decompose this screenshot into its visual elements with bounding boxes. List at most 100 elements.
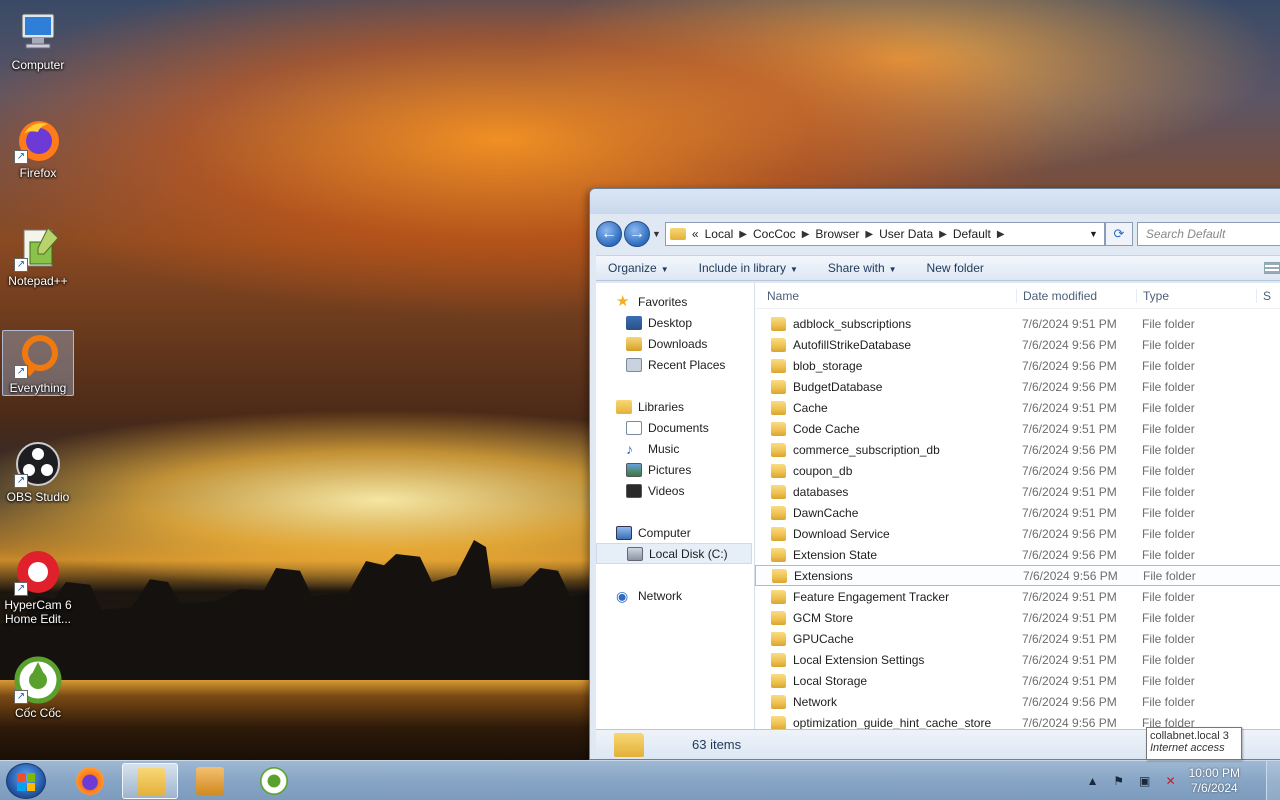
share-with-button[interactable]: Share with ▼ [828,261,897,275]
include-in-library-button[interactable]: Include in library ▼ [699,261,798,275]
chevron-down-icon[interactable]: ▼ [1089,229,1098,239]
file-date-modified: 7/6/2024 9:56 PM [1022,379,1117,394]
column-header-name[interactable]: Name [755,289,1016,303]
file-row[interactable]: coupon_db 7/6/2024 9:56 PM File folder [755,460,1280,481]
file-row[interactable]: databases 7/6/2024 9:51 PM File folder [755,481,1280,502]
file-row[interactable]: Local Extension Settings 7/6/2024 9:51 PM… [755,649,1280,670]
file-row[interactable]: GPUCache 7/6/2024 9:51 PM File folder [755,628,1280,649]
nav-local-disk[interactable]: Local Disk (C:) [596,543,752,564]
file-type: File folder [1142,547,1195,562]
file-name-cell: Extensions [756,568,1017,583]
desktop-icon-computer[interactable]: Computer [2,8,74,72]
desktop-icon-everything[interactable]: ↗ Everything [2,330,74,396]
nav-documents[interactable]: Documents [596,417,754,438]
breadcrumb-local[interactable]: Local [705,227,734,241]
start-button[interactable] [6,763,46,799]
file-row[interactable]: commerce_subscription_db 7/6/2024 9:56 PM… [755,439,1280,460]
volume-muted-icon[interactable]: ✕ [1163,773,1179,789]
file-date-modified: 7/6/2024 9:51 PM [1022,484,1117,499]
chevron-right-icon[interactable]: ▶ [802,229,810,240]
file-row[interactable]: Network 7/6/2024 9:56 PM File folder [755,691,1280,712]
address-bar[interactable]: « Local ▶ CocCoc ▶ Browser ▶ User Data ▶… [664,222,1105,246]
breadcrumb-user-data[interactable]: User Data [879,227,933,241]
column-header-size[interactable]: S [1256,288,1271,303]
file-name: blob_storage [793,358,863,373]
chevron-right-icon[interactable]: ▶ [997,229,1005,240]
nav-desktop[interactable]: Desktop [596,312,754,333]
file-list-pane[interactable]: Name Date modified Type S adblock_subscr… [755,283,1280,729]
file-name: Network [793,694,838,709]
column-header-date-modified[interactable]: Date modified [1016,288,1136,303]
nav-favorites[interactable]: ★ Favorites [596,291,754,312]
clock[interactable]: 10:00 PM 7/6/2024 [1189,766,1240,796]
nav-label: Downloads [648,336,708,351]
coccoc-icon [260,767,288,795]
file-row[interactable]: blob_storage 7/6/2024 9:56 PM File folder [755,355,1280,376]
new-folder-button[interactable]: New folder [927,261,984,275]
nav-recent-places[interactable]: Recent Places [596,354,754,375]
nav-music[interactable]: ♪ Music [596,438,754,459]
back-arrow-icon[interactable]: ← [596,221,622,247]
clock-time: 10:00 PM [1188,766,1240,780]
recent-places-icon [626,357,642,372]
chevron-right-icon[interactable]: ▶ [865,229,873,240]
file-row[interactable]: Cache 7/6/2024 9:51 PM File folder [755,397,1280,418]
file-row[interactable]: GCM Store 7/6/2024 9:51 PM File folder [755,607,1280,628]
show-hidden-icons-icon[interactable]: ▲ [1085,773,1101,789]
wallpaper-skyline [0,540,600,680]
breadcrumb-overflow[interactable]: « [692,227,699,241]
recent-pages-dropdown-icon[interactable]: ▼ [652,229,661,239]
nav-computer[interactable]: Computer [596,522,754,543]
nav-network[interactable]: ◉ Network [596,585,754,606]
chevron-right-icon[interactable]: ▶ [939,229,947,240]
file-row[interactable]: Download Service 7/6/2024 9:56 PM File fol… [755,523,1280,544]
file-row[interactable]: adblock_subscriptions 7/6/2024 9:51 PM Fil… [755,313,1280,334]
taskbar-windows-explorer[interactable] [122,763,178,799]
desktop-icon-firefox[interactable]: ↗ Firefox [2,116,74,180]
breadcrumb-browser[interactable]: Browser [815,227,859,241]
breadcrumb-default[interactable]: Default [953,227,991,241]
network-status-icon[interactable]: ▣ [1137,773,1153,789]
taskbar-firefox[interactable] [62,763,118,799]
file-type: File folder [1142,526,1195,541]
nav-pictures[interactable]: Pictures [596,459,754,480]
file-date-modified: 7/6/2024 9:56 PM [1022,547,1117,562]
desktop-icon-notepad[interactable]: ↗ Notepad++ [2,224,74,288]
firefox-icon: ↗ [14,116,62,164]
file-name-cell: DawnCache [755,505,1016,520]
breadcrumb-coccoc[interactable]: CocCoc [753,227,796,241]
file-row[interactable]: Extensions 7/6/2024 9:56 PM File folder [755,565,1280,586]
file-row[interactable]: Extension State 7/6/2024 9:56 PM File fold… [755,544,1280,565]
nav-downloads[interactable]: Downloads [596,333,754,354]
window-titlebar[interactable] [590,189,1280,214]
taskbar-coccoc[interactable] [246,763,302,799]
file-type: File folder [1142,694,1195,709]
desktop-icon-hypercam[interactable]: ↗ HyperCam 6 Home Edit... [2,548,74,626]
nav-libraries[interactable]: Libraries [596,396,754,417]
file-type: File folder [1142,358,1195,373]
file-row[interactable]: AutofillStrikeDatabase 7/6/2024 9:56 PM Fi… [755,334,1280,355]
file-row[interactable]: BudgetDatabase 7/6/2024 9:56 PM File folde… [755,376,1280,397]
navigation-pane[interactable]: ★ Favorites Desktop Downloads Recent Plac… [596,283,755,729]
chevron-right-icon[interactable]: ▶ [739,229,747,240]
folder-icon [771,400,786,415]
forward-arrow-icon[interactable]: → [624,221,650,247]
explorer-window[interactable]: ← → ▼ « Local ▶ CocCoc ▶ Browser ▶ User … [589,188,1280,760]
column-header-type[interactable]: Type [1136,288,1256,303]
nav-videos[interactable]: Videos [596,480,754,501]
file-row[interactable]: Local Storage 7/6/2024 9:51 PM File folder [755,670,1280,691]
videos-icon [626,483,642,498]
taskbar-media-player[interactable] [182,763,238,799]
change-view-icon[interactable] [1264,262,1280,274]
chevron-down-icon: ▼ [888,265,897,274]
file-row[interactable]: DawnCache 7/6/2024 9:51 PM File folder [755,502,1280,523]
show-desktop-button[interactable] [1266,761,1280,800]
action-center-flag-icon[interactable]: ⚑ [1111,773,1127,789]
desktop-icon-obs[interactable]: ↗ OBS Studio [2,440,74,504]
desktop-icon-coccoc[interactable]: ↗ Cốc Cốc [2,656,74,720]
search-input[interactable]: Search Default [1136,222,1280,246]
refresh-icon[interactable]: ⟳ [1104,222,1133,246]
file-row[interactable]: Feature Engagement Tracker 7/6/2024 9:51 … [755,586,1280,607]
file-row[interactable]: Code Cache 7/6/2024 9:51 PM File folder [755,418,1280,439]
organize-button[interactable]: Organize ▼ [608,261,669,275]
